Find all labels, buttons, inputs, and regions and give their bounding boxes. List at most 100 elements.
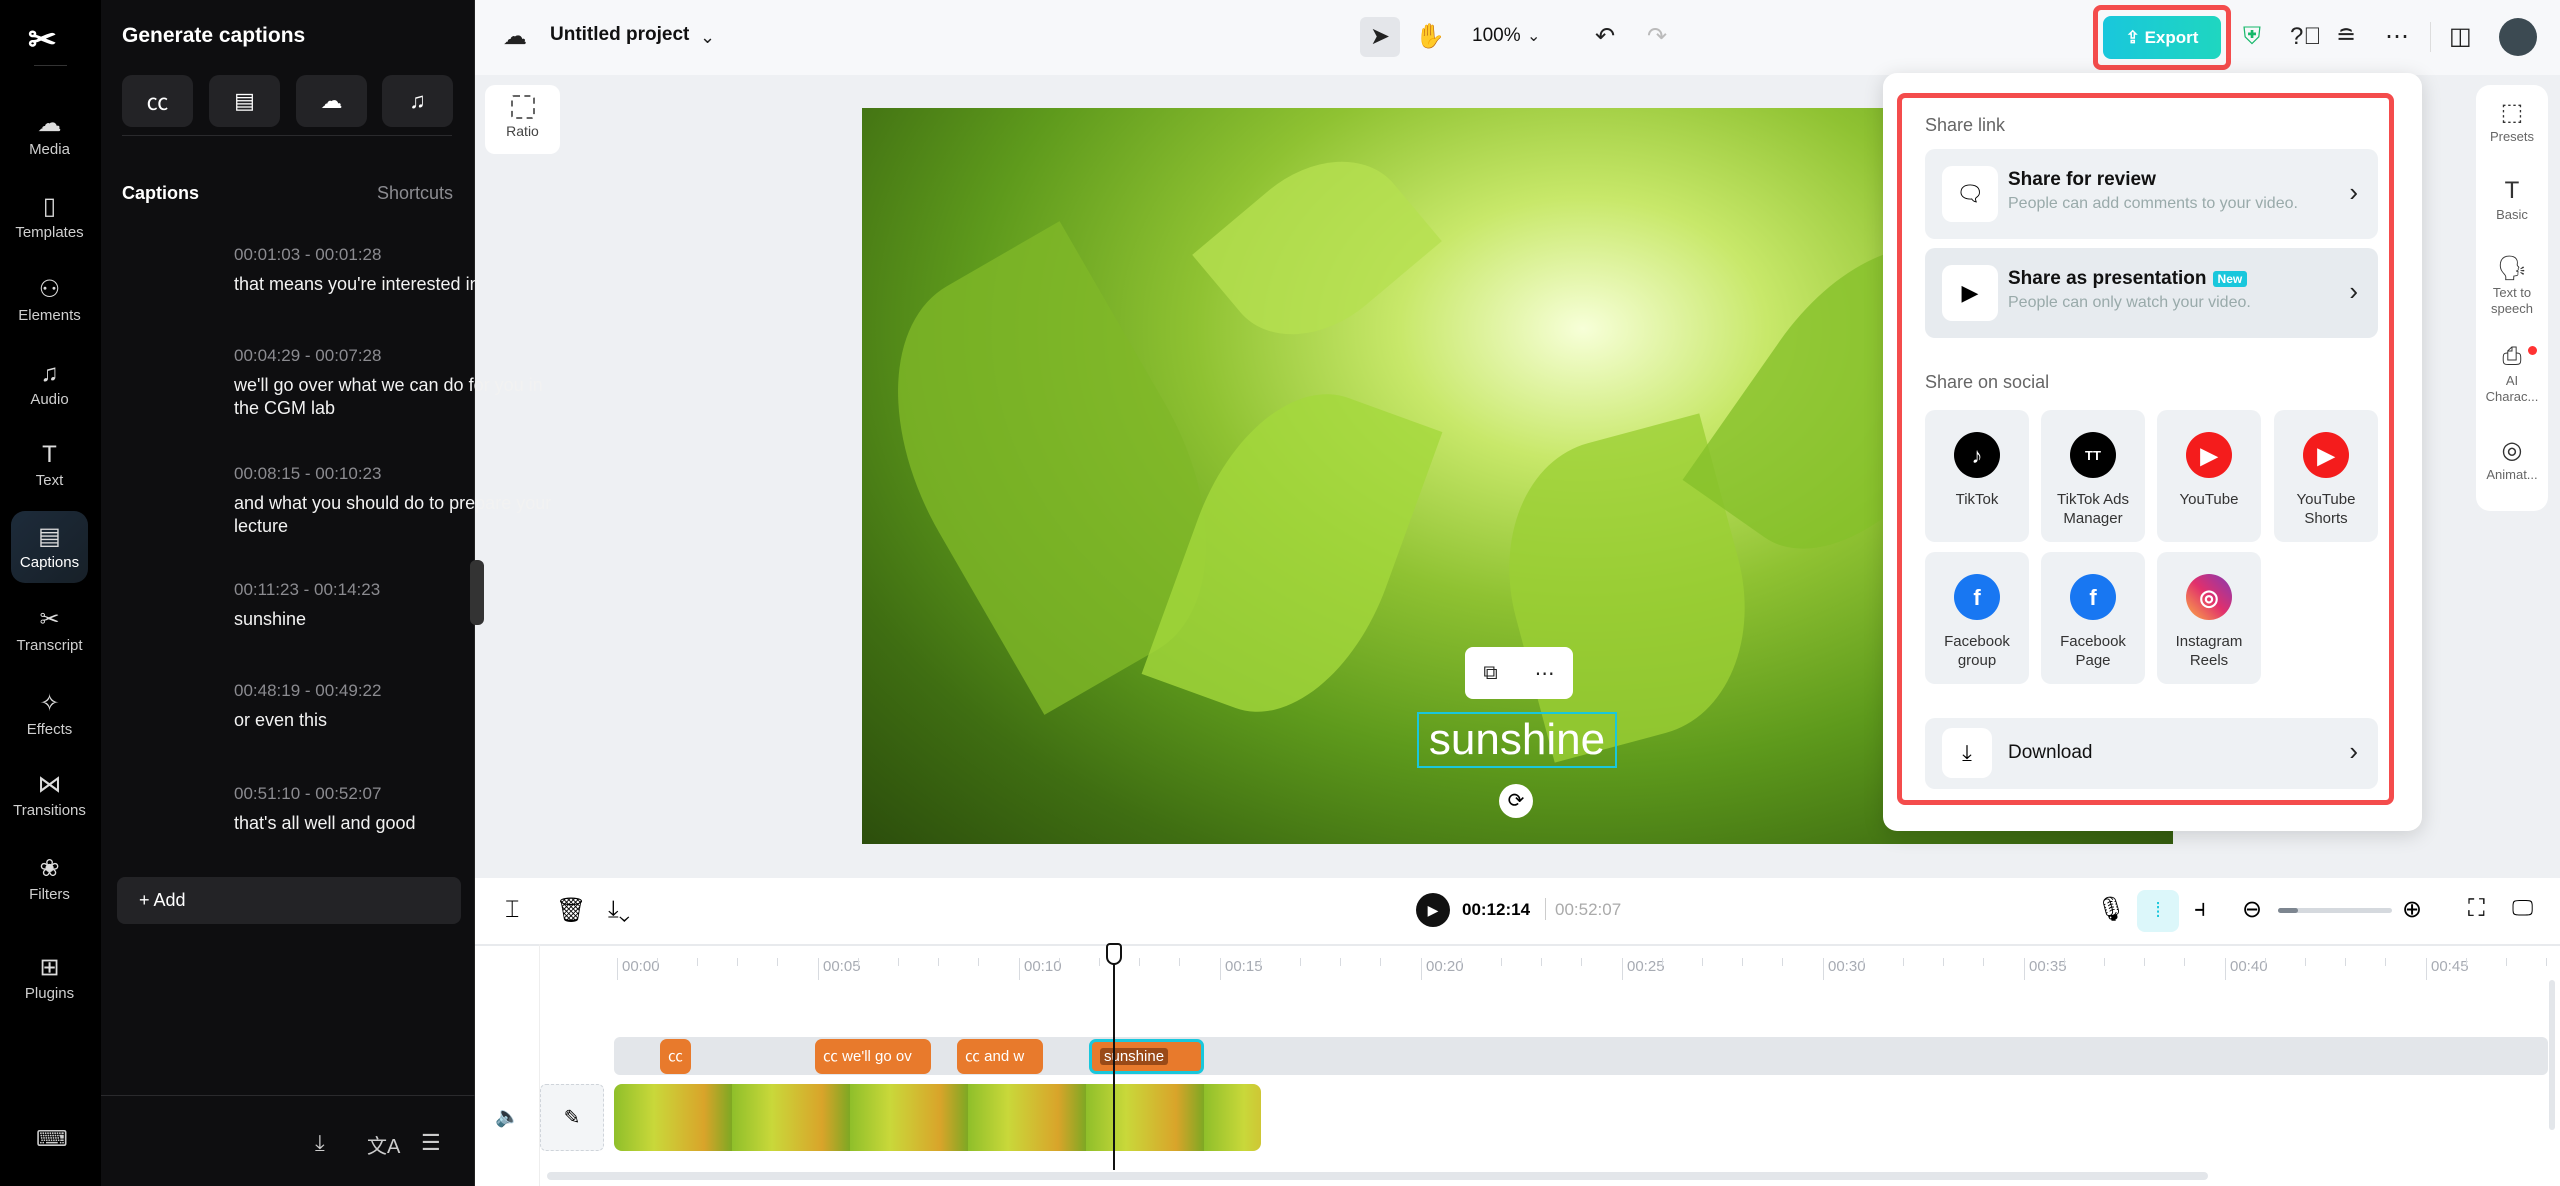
monitor-icon[interactable]: 🖵	[2512, 895, 2533, 921]
shortcuts-link[interactable]: Shortcuts	[377, 183, 453, 204]
zoom-slider[interactable]	[2278, 908, 2392, 913]
nav-label: Effects	[26, 720, 73, 738]
caption-clip-selected[interactable]: sunshine	[1089, 1039, 1204, 1074]
collapse-panel-handle[interactable]	[470, 560, 484, 625]
caption-text[interactable]: that's all well and good	[234, 812, 554, 835]
nav-item-elements[interactable]: ⚇ Elements	[11, 264, 88, 336]
help-icon[interactable]: ?⃝	[2290, 20, 2321, 54]
share-tile-facebook-page[interactable]: f Facebook Page	[2041, 552, 2145, 684]
subtitle-button[interactable]: ▤	[209, 75, 280, 127]
share-review-subtitle: People can add comments to your video.	[2008, 195, 2298, 212]
panel-tab-ai-character[interactable]: ⎙ AI Charac...	[2476, 341, 2548, 405]
share-tile-instagram-reels[interactable]: ◎ Instagram Reels	[2157, 552, 2261, 684]
undo-icon[interactable]: ↶	[1595, 20, 1615, 54]
caption-clip[interactable]: ㏄	[660, 1039, 691, 1074]
caption-text[interactable]: that means you're interested in	[234, 273, 554, 296]
vertical-scrollbar[interactable]	[2549, 980, 2555, 1130]
play-button[interactable]: ▶	[1416, 893, 1450, 927]
more-icon[interactable]: ⋯	[2385, 20, 2409, 54]
nav-item-transcript[interactable]: ✂ Transcript	[11, 594, 88, 666]
volume-icon[interactable]: 🔈	[495, 1104, 520, 1129]
ruler-minor-tick	[657, 958, 658, 966]
playhead[interactable]	[1113, 944, 1115, 1170]
chevron-right-icon: ›	[2349, 276, 2358, 306]
avatar[interactable]	[2499, 18, 2537, 56]
capcut-logo[interactable]: ✂	[28, 20, 57, 60]
panel-tab-basic[interactable]: T Basic	[2476, 175, 2548, 223]
caption-clip[interactable]: ㏄ we'll go ov	[815, 1039, 931, 1074]
share-tile-youtube[interactable]: ▶ YouTube	[2157, 410, 2261, 542]
nav-item-filters[interactable]: ❀ Filters	[11, 843, 88, 915]
share-tile-facebook-group[interactable]: f Facebook group	[1925, 552, 2029, 684]
edit-cover-button[interactable]: ✎	[540, 1084, 604, 1151]
download-dropdown-icon[interactable]: ⤓⌄	[608, 896, 630, 924]
ratio-button[interactable]: Ratio	[485, 85, 560, 154]
caption-text[interactable]: or even this	[234, 709, 554, 732]
nav-item-audio[interactable]: ♫ Audio	[11, 348, 88, 420]
caption-text[interactable]: and what you should do to prepare your l…	[234, 492, 554, 538]
auto-captions-button[interactable]: ㏄	[122, 75, 193, 127]
delete-icon[interactable]: 🗑	[556, 896, 586, 925]
share-as-presentation[interactable]: ▶ Share as presentation New People can on…	[1925, 248, 2378, 338]
cc-icon: ㏄	[965, 1048, 985, 1065]
keyboard-icon[interactable]: ⌨	[36, 1126, 68, 1152]
upload-captions-button[interactable]: ☁	[296, 75, 367, 127]
clip-label: and w	[984, 1048, 1025, 1065]
split-icon[interactable]: ⌶	[505, 896, 519, 924]
tile-label: YouTube	[2179, 491, 2239, 508]
layers-icon[interactable]: ≘	[2336, 20, 2356, 54]
playhead-handle[interactable]	[1106, 943, 1122, 965]
caption-text[interactable]: we'll go over what we can do for you in …	[234, 374, 554, 420]
share-tile-tiktok-ads-manager[interactable]: TT TikTok Ads Manager	[2041, 410, 2145, 542]
zoom-out-icon[interactable]: ⊖	[2242, 895, 2262, 924]
nav-item-templates[interactable]: ▯ Templates	[11, 181, 88, 253]
layout-panel-icon[interactable]: ◫	[2449, 20, 2472, 54]
microphone-icon[interactable]: 🎙	[2096, 895, 2126, 924]
share-tile-tiktok[interactable]: ♪ TikTok	[1925, 410, 2029, 542]
share-for-review[interactable]: 🗨 Share for review People can add commen…	[1925, 149, 2378, 239]
download-icon[interactable]: ⤓	[315, 1130, 325, 1156]
ruler-minor-tick	[1139, 958, 1140, 966]
panel-tab-animation[interactable]: ◎ Animat...	[2476, 435, 2548, 483]
caption-clip[interactable]: ㏄ and w	[957, 1039, 1043, 1074]
project-title[interactable]: Untitled project	[550, 24, 689, 46]
new-badge: New	[2212, 270, 2248, 287]
ratio-label: Ratio	[506, 123, 539, 139]
nav-item-captions[interactable]: ▤ Captions	[11, 511, 88, 583]
fullscreen-icon[interactable]: ⛶	[2468, 895, 2485, 923]
zoom-select[interactable]: 100%	[1472, 25, 1521, 47]
caption-text[interactable]: sunshine	[234, 608, 554, 631]
nav-item-transitions[interactable]: ⋈ Transitions	[11, 759, 88, 831]
search-list-icon[interactable]: ☰	[421, 1130, 441, 1156]
shield-check-icon[interactable]: ⛨	[2243, 20, 2261, 54]
lyrics-button[interactable]: ♫	[382, 75, 453, 127]
panel-tab-text-to-speech[interactable]: 🗣 Text to speech	[2476, 253, 2548, 317]
share-tile-youtube-shorts[interactable]: ▶ YouTube Shorts	[2274, 410, 2378, 542]
add-caption-button[interactable]: + Add	[117, 877, 461, 924]
more-icon[interactable]: ⋯	[1535, 661, 1555, 686]
nav-item-media[interactable]: ☁ Media	[11, 98, 88, 170]
download-button[interactable]: ⤓ Download ›	[1925, 718, 2378, 789]
rotate-icon[interactable]: ⟳	[1499, 784, 1533, 818]
nav-item-text[interactable]: T Text	[11, 429, 88, 501]
nav-item-effects[interactable]: ✧ Effects	[11, 678, 88, 750]
translate-icon[interactable]: 文A	[367, 1130, 400, 1159]
panel-tab-presets[interactable]: ⬚ Presets	[2476, 97, 2548, 145]
duplicate-icon[interactable]: ⧉	[1483, 662, 1497, 685]
select-tool-icon[interactable]: ➤	[1360, 17, 1400, 57]
ruler-minor-tick	[737, 958, 738, 966]
magnet-snap-icon[interactable]: ⁞	[2137, 890, 2179, 932]
caption-text-overlay[interactable]: sunshine	[1417, 712, 1617, 768]
chevron-down-icon[interactable]: ⌄	[700, 20, 715, 54]
nav-item-plugins[interactable]: ⊞ Plugins	[11, 942, 88, 1014]
split-view-icon[interactable]: ⫞	[2194, 895, 2206, 923]
video-clip[interactable]	[614, 1084, 1261, 1151]
export-button[interactable]: ⇪ Export	[2103, 16, 2221, 59]
caption-time: 00:01:03 - 00:01:28	[234, 245, 382, 264]
chevron-down-icon[interactable]: ⌄	[1527, 20, 1540, 54]
hand-tool-icon[interactable]: ✋	[1415, 20, 1445, 54]
total-time: 00:52:07	[1555, 900, 1622, 919]
zoom-in-icon[interactable]: ⊕	[2402, 895, 2422, 924]
horizontal-scrollbar[interactable]	[547, 1172, 2208, 1180]
redo-icon[interactable]: ↷	[1647, 20, 1667, 54]
